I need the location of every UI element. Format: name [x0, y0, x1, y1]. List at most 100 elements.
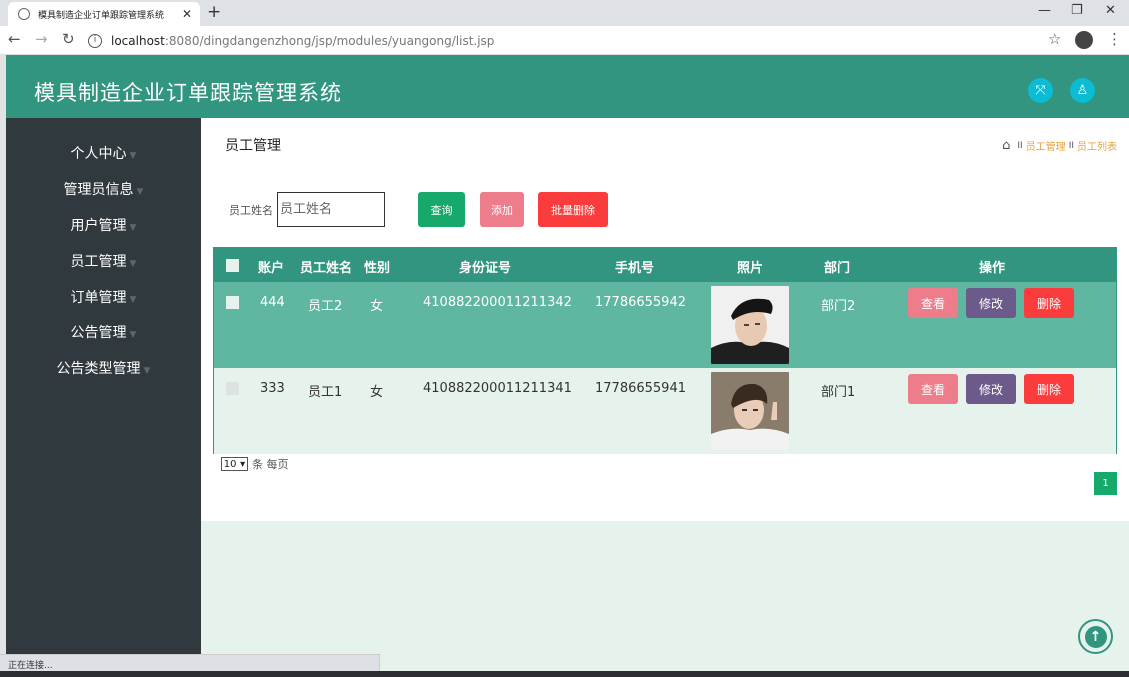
account-cell: 333 [260, 381, 285, 396]
name-cell: 员工1 [308, 385, 343, 400]
page-size-control: 10 ▾ 条 每页 [221, 456, 289, 472]
breadcrumb-item[interactable]: 员工列表 [1077, 138, 1117, 153]
name-cell: 员工2 [308, 299, 343, 314]
site-icon [18, 8, 30, 20]
department-cell: 部门1 [821, 385, 856, 400]
info-icon[interactable]: i [88, 33, 102, 48]
column-header: 手机号 [615, 261, 655, 276]
fullscreen-icon[interactable]: ⤧ [1028, 78, 1053, 103]
sidebar-item-label: 管理员信息 [63, 182, 134, 198]
employee-table: 账户 员工姓名 性别 身份证号 手机号 照片 部门 操作 444 员工2 女 4… [213, 247, 1117, 454]
employee-photo [711, 286, 789, 364]
back-icon[interactable]: ← [8, 30, 21, 48]
column-header: 部门 [824, 261, 851, 276]
chevron-down-icon: ▾ [240, 458, 246, 470]
employee-name-search-input[interactable] [277, 192, 385, 227]
app-title: 模具制造企业订单跟踪管理系统 [34, 81, 342, 105]
sidebar-item-users[interactable]: 用户管理 ▼ [6, 215, 201, 235]
page-size-select[interactable]: 10 ▾ [221, 457, 248, 471]
batch-delete-button[interactable]: 批量删除 [538, 192, 608, 227]
column-header: 账户 [258, 261, 285, 276]
breadcrumb: ⌂ II 员工管理 II 员工列表 [1002, 138, 1117, 153]
chevron-down-icon: ▼ [129, 223, 137, 233]
page-title: 员工管理 [225, 138, 281, 154]
url-path: :8080/dingdangenzhong/jsp/modules/yuango… [164, 33, 495, 48]
chevron-down-icon: ▼ [129, 295, 137, 305]
delete-button[interactable]: 删除 [1024, 374, 1074, 404]
add-button[interactable]: 添加 [480, 192, 524, 227]
search-label: 员工姓名 [229, 204, 273, 217]
sidebar-item-label: 个人中心 [70, 146, 127, 162]
sidebar-item-label: 订单管理 [70, 290, 127, 306]
bookmark-star-icon[interactable]: ☆ [1048, 30, 1061, 48]
chevron-down-icon: ▼ [136, 187, 144, 197]
sidebar-item-announcement-types[interactable]: 公告类型管理 ▼ [6, 358, 201, 378]
scroll-to-top-button[interactable]: ↑ [1078, 619, 1113, 654]
breadcrumb-separator: II [1068, 140, 1074, 151]
url-field[interactable]: i localhost :8080/dingdangenzhong/jsp/mo… [88, 30, 1078, 51]
chevron-down-icon: ▼ [129, 151, 137, 161]
url-host: localhost [111, 33, 165, 48]
id-number-cell: 410882200011211341 [423, 381, 572, 396]
window-close-icon[interactable]: ✕ [1105, 3, 1116, 18]
table-row[interactable]: 444 员工2 女 410882200011211342 17786655942… [214, 282, 1116, 368]
gender-cell: 女 [370, 385, 384, 400]
edit-button[interactable]: 修改 [966, 374, 1016, 404]
column-header: 照片 [737, 261, 764, 276]
gender-cell: 女 [370, 299, 384, 314]
main-area: 员工管理 ⌂ II 员工管理 II 员工列表 员工姓名 查询 添加 批量删除 账… [201, 118, 1129, 671]
minimize-icon[interactable]: — [1038, 3, 1051, 18]
sidebar: 个人中心 ▼ 管理员信息 ▼ 用户管理 ▼ 员工管理 ▼ 订单管理 ▼ 公告管理 ▼ 公告类… [6, 118, 201, 671]
close-tab-icon[interactable]: ✕ [180, 7, 194, 21]
chevron-down-icon: ▼ [129, 259, 137, 269]
os-taskbar [0, 671, 1129, 677]
row-checkbox[interactable] [226, 296, 239, 309]
chevron-down-icon: ▼ [143, 366, 151, 376]
new-tab-button[interactable]: + [207, 2, 221, 22]
browser-status-bar: 正在连接... [0, 654, 380, 671]
column-header: 性别 [364, 261, 391, 276]
department-cell: 部门2 [821, 299, 856, 314]
view-button[interactable]: 查看 [908, 374, 958, 404]
chevron-down-icon: ▼ [129, 330, 137, 340]
page-size-value: 10 [223, 458, 237, 470]
menu-kebab-icon[interactable]: ⋮ [1107, 30, 1122, 48]
select-all-checkbox[interactable] [226, 259, 239, 272]
column-header: 操作 [979, 261, 1006, 276]
reload-icon[interactable]: ↻ [62, 30, 75, 48]
sidebar-item-employees[interactable]: 员工管理 ▼ [6, 251, 201, 271]
browser-tab-bar: 模具制造企业订单跟踪管理系统 ✕ + — ❐ ✕ [0, 0, 1129, 26]
sidebar-item-personal-center[interactable]: 个人中心 ▼ [6, 143, 201, 163]
sidebar-item-label: 公告管理 [70, 325, 127, 341]
table-header: 账户 员工姓名 性别 身份证号 手机号 照片 部门 操作 [214, 248, 1116, 282]
view-button[interactable]: 查看 [908, 288, 958, 318]
employee-photo [711, 372, 789, 450]
column-header: 身份证号 [459, 261, 512, 276]
row-checkbox[interactable] [226, 382, 239, 395]
column-header: 员工姓名 [300, 261, 353, 276]
forward-icon[interactable]: → [35, 30, 48, 48]
delete-button[interactable]: 删除 [1024, 288, 1074, 318]
phone-cell: 17786655941 [595, 381, 686, 396]
sidebar-item-admin-info[interactable]: 管理员信息 ▼ [6, 179, 201, 199]
restore-icon[interactable]: ❐ [1071, 3, 1083, 18]
home-icon[interactable]: ⌂ [1002, 138, 1010, 153]
browser-tab[interactable]: 模具制造企业订单跟踪管理系统 ✕ [8, 2, 200, 26]
table-row[interactable]: 333 员工1 女 410882200011211341 17786655941 [214, 368, 1116, 454]
account-cell: 444 [260, 295, 285, 310]
sidebar-item-orders[interactable]: 订单管理 ▼ [6, 287, 201, 307]
arrow-up-icon: ↑ [1084, 625, 1107, 648]
page-number-button[interactable]: 1 [1094, 472, 1117, 495]
sidebar-item-label: 公告类型管理 [56, 361, 141, 377]
breadcrumb-item[interactable]: 员工管理 [1026, 138, 1066, 153]
edit-button[interactable]: 修改 [966, 288, 1016, 318]
profile-avatar-icon[interactable] [1075, 31, 1093, 49]
query-button[interactable]: 查询 [418, 192, 465, 227]
sidebar-item-label: 员工管理 [70, 254, 127, 270]
page-size-suffix: 条 每页 [252, 458, 289, 471]
sidebar-item-label: 用户管理 [70, 218, 127, 234]
sidebar-item-announcements[interactable]: 公告管理 ▼ [6, 322, 201, 342]
tab-title: 模具制造企业订单跟踪管理系统 [38, 10, 165, 21]
user-icon[interactable]: ♙ [1070, 78, 1095, 103]
id-number-cell: 410882200011211342 [423, 295, 572, 310]
